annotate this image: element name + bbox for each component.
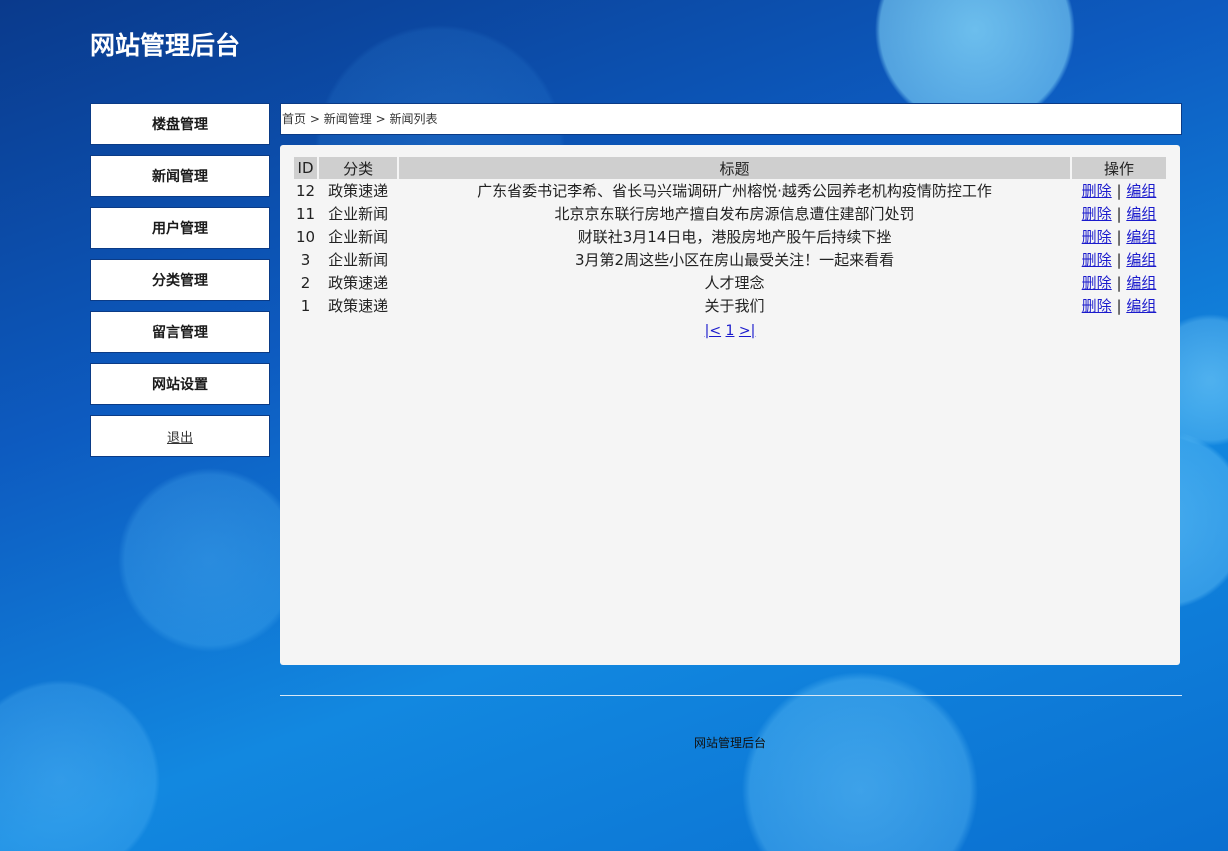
sidebar-item-news[interactable]: 新闻管理 xyxy=(90,155,270,197)
table-row: 3 企业新闻 3月第2周这些小区在房山最受关注！一起来看看 删除 | 编组 xyxy=(294,248,1166,271)
footer-divider xyxy=(280,695,1182,696)
cell-category: 企业新闻 xyxy=(328,251,389,269)
cell-actions: 删除 | 编组 xyxy=(1072,179,1166,202)
breadcrumb-section[interactable]: 新闻管理 xyxy=(324,112,372,126)
cell-title: 关于我们 xyxy=(704,297,765,315)
action-separator: | xyxy=(1116,251,1122,269)
breadcrumb-separator: > xyxy=(375,112,386,126)
site-title: 网站管理后台 xyxy=(90,31,241,60)
sidebar: 楼盘管理 新闻管理 用户管理 分类管理 留言管理 网站设置 退出 xyxy=(90,103,270,467)
table-row: 11 企业新闻 北京京东联行房地产擅自发布房源信息遭住建部门处罚 删除 | 编组 xyxy=(294,202,1166,225)
table-header-row: ID 分类 标题 操作 xyxy=(294,157,1166,179)
cell-actions: 删除 | 编组 xyxy=(1072,225,1166,248)
cell-title: 北京京东联行房地产擅自发布房源信息遭住建部门处罚 xyxy=(554,205,915,223)
logout-link[interactable]: 退出 xyxy=(90,415,270,457)
cell-id: 11 xyxy=(296,204,316,223)
action-separator: | xyxy=(1116,274,1122,292)
column-header-id: ID xyxy=(294,157,318,179)
edit-link[interactable]: 编组 xyxy=(1126,182,1156,200)
cell-actions: 删除 | 编组 xyxy=(1072,248,1166,271)
delete-link[interactable]: 删除 xyxy=(1082,228,1112,246)
table-row: 10 企业新闻 财联社3月14日电，港股房地产股午后持续下挫 删除 | 编组 xyxy=(294,225,1166,248)
cell-actions: 删除 | 编组 xyxy=(1072,294,1166,317)
column-header-category: 分类 xyxy=(319,157,398,179)
edit-link[interactable]: 编组 xyxy=(1126,251,1156,269)
cell-actions: 删除 | 编组 xyxy=(1072,271,1166,294)
pager-last[interactable]: >| xyxy=(739,323,755,339)
table-row: 1 政策速递 关于我们 删除 | 编组 xyxy=(294,294,1166,317)
cell-id: 2 xyxy=(300,273,311,292)
delete-link[interactable]: 删除 xyxy=(1082,251,1112,269)
cell-id: 1 xyxy=(300,296,311,315)
cell-category: 政策速递 xyxy=(328,297,389,315)
cell-id: 10 xyxy=(296,227,316,246)
cell-title: 人才理念 xyxy=(704,274,765,292)
delete-link[interactable]: 删除 xyxy=(1082,205,1112,223)
cell-title: 3月第2周这些小区在房山最受关注！一起来看看 xyxy=(575,251,895,269)
edit-link[interactable]: 编组 xyxy=(1126,228,1156,246)
edit-link[interactable]: 编组 xyxy=(1126,205,1156,223)
edit-link[interactable]: 编组 xyxy=(1126,297,1156,315)
footer-text: 网站管理后台 xyxy=(693,736,766,750)
delete-link[interactable]: 删除 xyxy=(1082,274,1112,292)
pager-page-1[interactable]: 1 xyxy=(726,323,735,339)
news-list-panel: ID 分类 标题 操作 12 政策速递 广东省委书记李希、省长马兴瑞调研广州榕悦… xyxy=(280,145,1180,665)
news-table: ID 分类 标题 操作 12 政策速递 广东省委书记李希、省长马兴瑞调研广州榕悦… xyxy=(292,157,1168,317)
breadcrumb-current: 新闻列表 xyxy=(389,112,438,126)
sidebar-item-messages[interactable]: 留言管理 xyxy=(90,311,270,353)
cell-id: 3 xyxy=(300,250,311,269)
pager-first[interactable]: |< xyxy=(705,323,721,339)
cell-title: 广东省委书记李希、省长马兴瑞调研广州榕悦·越秀公园养老机构疫情防控工作 xyxy=(477,182,992,200)
cell-category: 企业新闻 xyxy=(328,205,389,223)
sidebar-item-properties[interactable]: 楼盘管理 xyxy=(90,103,270,145)
breadcrumb: 首页 > 新闻管理 > 新闻列表 xyxy=(280,103,1182,135)
breadcrumb-separator: > xyxy=(309,112,320,126)
action-separator: | xyxy=(1116,297,1122,315)
column-header-title: 标题 xyxy=(399,157,1070,179)
action-separator: | xyxy=(1116,182,1122,200)
delete-link[interactable]: 删除 xyxy=(1082,182,1112,200)
cell-category: 政策速递 xyxy=(328,274,389,292)
breadcrumb-home[interactable]: 首页 xyxy=(282,112,306,126)
cell-category: 政策速递 xyxy=(328,182,389,200)
edit-link[interactable]: 编组 xyxy=(1126,274,1156,292)
cell-category: 企业新闻 xyxy=(328,228,389,246)
table-row: 12 政策速递 广东省委书记李希、省长马兴瑞调研广州榕悦·越秀公园养老机构疫情防… xyxy=(294,179,1166,202)
action-separator: | xyxy=(1116,228,1122,246)
sidebar-item-categories[interactable]: 分类管理 xyxy=(90,259,270,301)
table-row: 2 政策速递 人才理念 删除 | 编组 xyxy=(294,271,1166,294)
pagination: |< 1 >| xyxy=(280,323,1180,339)
column-header-actions: 操作 xyxy=(1072,157,1166,179)
cell-id: 12 xyxy=(296,181,316,200)
cell-actions: 删除 | 编组 xyxy=(1072,202,1166,225)
sidebar-item-site-settings[interactable]: 网站设置 xyxy=(90,363,270,405)
delete-link[interactable]: 删除 xyxy=(1082,297,1112,315)
cell-title: 财联社3月14日电，港股房地产股午后持续下挫 xyxy=(577,228,892,246)
action-separator: | xyxy=(1116,205,1122,223)
sidebar-item-users[interactable]: 用户管理 xyxy=(90,207,270,249)
